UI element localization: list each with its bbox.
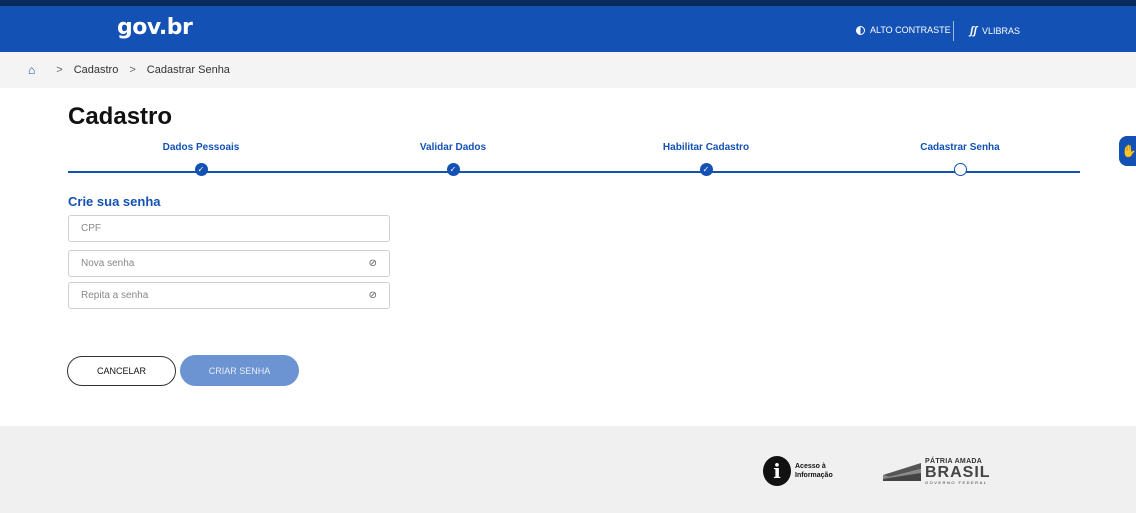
new-password-placeholder: Nova senha: [81, 258, 135, 269]
brasil-logo: PÁTRIA AMADA BRASIL GOVERNO FEDERAL: [883, 458, 991, 485]
brasil-flag-icon: [883, 462, 921, 481]
stepper: Dados Pessoais ✓ Validar Dados ✓ Habilit…: [68, 142, 1080, 184]
current-step-icon: [953, 163, 967, 176]
cpf-placeholder: CPF: [81, 223, 101, 234]
govbr-logo[interactable]: gov.br: [117, 15, 193, 40]
step-label: Habilitar Cadastro: [662, 142, 750, 153]
top-bar: gov.br ALTO CONTRASTE ʃʃ VLIBRAS: [0, 0, 1136, 52]
contrast-icon: [856, 25, 865, 35]
new-password-input[interactable]: Nova senha ⊘: [68, 250, 390, 277]
vlibras-hands-icon: ʃʃ: [970, 25, 978, 37]
breadcrumb: ⌂ > Cadastro > Cadastrar Senha: [0, 52, 1136, 88]
home-icon[interactable]: ⌂: [28, 63, 35, 77]
high-contrast-button[interactable]: ALTO CONTRASTE: [856, 25, 951, 35]
access-info-line2: Informação: [795, 472, 833, 479]
step-dados-pessoais[interactable]: Dados Pessoais ✓: [131, 142, 271, 176]
vlibras-label: VLIBRAS: [982, 26, 1021, 36]
footer: i Acesso à Informação PÁTRIA AMADA BRASI…: [0, 426, 1136, 513]
check-icon: ✓: [699, 163, 713, 176]
step-habilitar-cadastro[interactable]: Habilitar Cadastro ✓: [636, 142, 776, 176]
cpf-input[interactable]: CPF: [68, 215, 390, 242]
step-label: Dados Pessoais: [162, 142, 240, 153]
page-title: Cadastro: [68, 103, 173, 130]
check-icon: ✓: [446, 163, 460, 176]
section-title: Crie sua senha: [68, 194, 161, 209]
step-label: Validar Dados: [419, 142, 487, 153]
cancel-button[interactable]: CANCELAR: [67, 356, 176, 386]
high-contrast-label: ALTO CONTRASTE: [870, 25, 951, 35]
step-label: Cadastrar Senha: [920, 142, 1000, 153]
step-validar-dados[interactable]: Validar Dados ✓: [383, 142, 523, 176]
eye-slash-icon[interactable]: ⊘: [369, 290, 377, 301]
chevron-right-icon: >: [129, 64, 136, 76]
access-info-line1: Acesso à: [795, 463, 826, 470]
repeat-password-input[interactable]: Repita a senha ⊘: [68, 282, 390, 309]
chevron-right-icon: >: [56, 64, 63, 76]
brasil-text: PÁTRIA AMADA BRASIL GOVERNO FEDERAL: [925, 458, 991, 485]
breadcrumb-item-cadastrar-senha: Cadastrar Senha: [146, 64, 230, 76]
eye-slash-icon[interactable]: ⊘: [369, 258, 377, 269]
vlibras-button[interactable]: ʃʃ VLIBRAS: [970, 25, 1020, 37]
access-info-link[interactable]: i Acesso à Informação: [763, 456, 833, 486]
access-info-text: Acesso à Informação: [795, 462, 833, 480]
create-password-button[interactable]: CRIAR SENHA: [180, 355, 299, 386]
step-cadastrar-senha[interactable]: Cadastrar Senha: [890, 142, 1030, 176]
info-icon: i: [763, 456, 791, 486]
brand-main: BRASIL: [925, 464, 991, 481]
accessibility-hand-icon[interactable]: ✋: [1119, 136, 1136, 166]
repeat-password-placeholder: Repita a senha: [81, 290, 149, 301]
breadcrumb-item-cadastro[interactable]: Cadastro: [74, 64, 119, 76]
brand-sub: GOVERNO FEDERAL: [925, 480, 988, 485]
header-divider: [953, 21, 954, 41]
check-icon: ✓: [194, 163, 208, 176]
